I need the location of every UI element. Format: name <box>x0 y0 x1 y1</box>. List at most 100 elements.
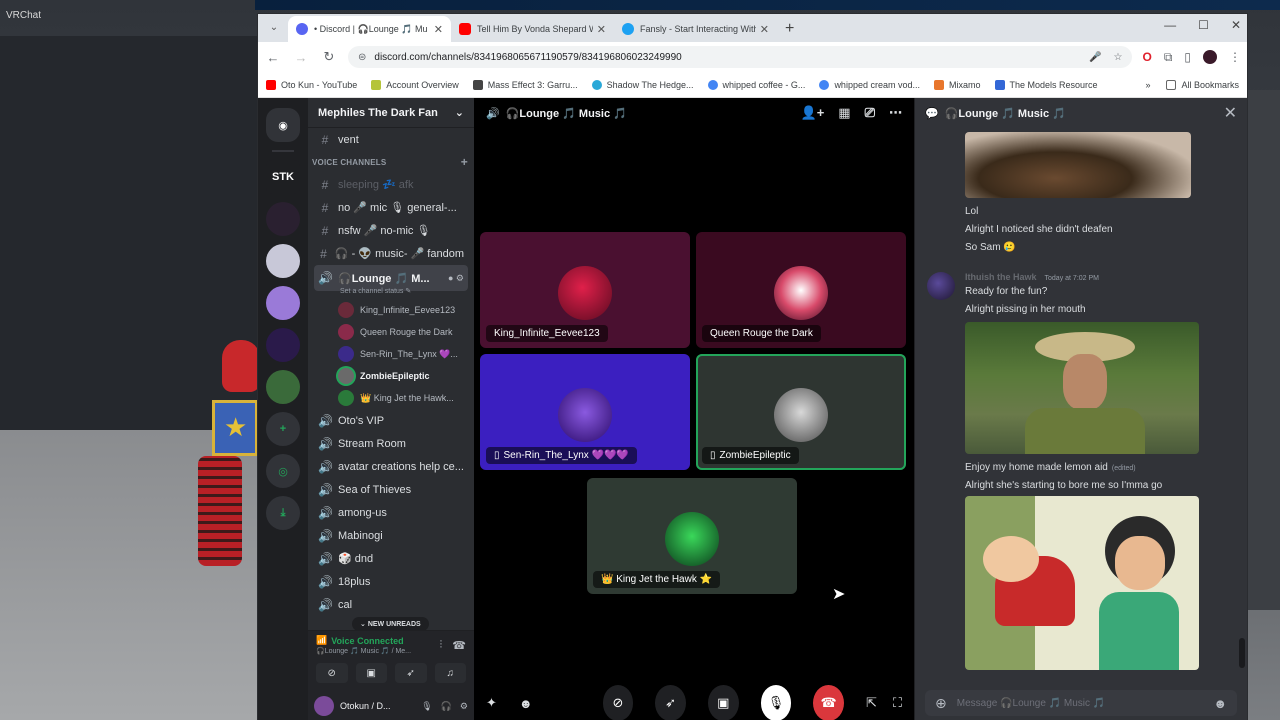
category-voice[interactable]: VOICE CHANNELS + <box>308 151 474 173</box>
headphones-icon[interactable]: 🎧 <box>441 701 452 712</box>
bookmark-item[interactable]: Mixamo <box>933 79 981 90</box>
maximize-icon[interactable]: ☐ <box>1198 18 1209 32</box>
message-composer[interactable]: ⊕ Message 🎧Lounge 🎵 Music 🎵 ☻ <box>925 690 1237 716</box>
noise-suppression-icon[interactable]: ⫶ <box>440 639 443 652</box>
opera-icon[interactable]: O <box>1142 50 1151 64</box>
channel-status[interactable]: Set a channel status ✎ <box>308 287 474 299</box>
username[interactable]: Otokun / D... <box>340 701 391 711</box>
server-icon[interactable] <box>266 370 300 404</box>
discord-home-icon[interactable]: ◉ <box>266 108 300 142</box>
close-icon[interactable]: ✕ <box>597 23 606 36</box>
channel-item[interactable]: 🔊 Oto's VIP <box>308 409 474 432</box>
new-unreads-pill[interactable]: ⌄ NEW UNREADS <box>352 617 429 631</box>
camera-off-icon[interactable]: ⊘ <box>316 663 348 683</box>
chat-scrollbar[interactable] <box>1239 638 1245 668</box>
tab-discord[interactable]: • Discord | 🎧Lounge 🎵 Mu ✕ <box>288 16 451 42</box>
avatar[interactable] <box>927 272 955 300</box>
channel-item[interactable]: 🔊 Mabinogi <box>308 524 474 547</box>
close-icon[interactable]: ✕ <box>1224 103 1237 123</box>
channel-item[interactable]: 🔊 🎲 dnd <box>308 547 474 570</box>
close-icon[interactable]: ✕ <box>760 23 769 36</box>
back-icon[interactable]: ← <box>264 50 282 65</box>
mic-icon[interactable]: 🎤 <box>1089 52 1101 63</box>
reload-icon[interactable]: ↻ <box>320 49 338 65</box>
voice-user[interactable]: King_Infinite_Eevee123 <box>308 299 474 321</box>
popout-icon[interactable]: ⇱ <box>866 695 877 711</box>
bookmark-star-icon[interactable]: ☆ <box>1114 52 1123 63</box>
add-attachment-icon[interactable]: ⊕ <box>935 695 947 712</box>
tab-fansly[interactable]: Fansly - Start Interacting With ✕ <box>614 16 777 42</box>
emoji-icon[interactable]: ☻ <box>519 696 533 711</box>
tab-youtube[interactable]: Tell Him By Vonda Shepard Wit ✕ <box>451 16 614 42</box>
video-tile[interactable]: King_Infinite_Eevee123 <box>480 232 690 348</box>
server-icon[interactable] <box>266 244 300 278</box>
video-tile[interactable]: ▯ Sen-Rin_The_Lynx 💜💜💜 <box>480 354 690 470</box>
screen-share-button[interactable]: ▣ <box>707 685 739 720</box>
channel-item[interactable]: 🔊 avatar creations help ce... <box>308 455 474 478</box>
bookmark-item[interactable]: whipped cream vod... <box>819 79 920 90</box>
channel-item[interactable]: 🔊 cal <box>308 593 474 616</box>
channel-item[interactable]: # 🎧 - 👽 music- 🎤 fandom <box>308 242 474 265</box>
voice-user[interactable]: Queen Rouge the Dark <box>308 321 474 343</box>
grid-layout-icon[interactable]: ▦ <box>838 105 850 121</box>
activity-button[interactable]: ➶ <box>655 685 686 720</box>
voice-user[interactable]: ZombieEpileptic <box>308 365 474 387</box>
server-active[interactable] <box>266 202 300 236</box>
disconnect-icon[interactable]: ☎ <box>452 639 466 652</box>
bookmark-item[interactable]: Shadow The Hedge... <box>591 79 694 90</box>
fullscreen-icon[interactable]: ⛶ <box>893 695 902 711</box>
sidebar-icon[interactable]: ▯ <box>1184 50 1191 64</box>
extension-icon[interactable]: ⧉ <box>1164 50 1173 65</box>
soundboard-icon[interactable]: ♫ <box>434 663 466 683</box>
channel-vent[interactable]: # vent <box>308 128 474 151</box>
gear-icon[interactable]: ⚙ <box>460 701 468 712</box>
attachment-image[interactable] <box>965 322 1199 454</box>
channel-item[interactable]: 🔊 Sea of Thieves <box>308 478 474 501</box>
menu-icon[interactable]: ⋮ <box>1229 50 1241 64</box>
screen-share-icon[interactable]: ▣ <box>355 663 387 683</box>
download-icon[interactable]: ⤓ <box>266 496 300 530</box>
bookmark-item[interactable]: whipped coffee - G... <box>707 79 805 90</box>
server-stk[interactable]: STK <box>266 160 300 194</box>
channel-item[interactable]: # sleeping 💤 afk <box>308 173 474 196</box>
add-server-icon[interactable]: + <box>266 412 300 446</box>
inbox-icon[interactable]: ⎚ <box>865 105 875 121</box>
tab-search-icon[interactable]: ⌄ <box>264 18 284 38</box>
camera-toggle-button[interactable]: ⊘ <box>602 685 634 720</box>
voice-user[interactable]: Sen-Rin_The_Lynx 💜... <box>308 343 474 365</box>
add-channel-icon[interactable]: + <box>461 155 468 169</box>
video-tile[interactable]: ▯ ZombieEpileptic <box>696 354 906 470</box>
video-tile[interactable]: Queen Rouge the Dark <box>696 232 906 348</box>
attachment-image[interactable] <box>965 496 1199 670</box>
site-info-icon[interactable]: ⊜ <box>358 52 366 63</box>
video-tile[interactable]: 👑 King Jet the Hawk ⭐ <box>587 478 797 594</box>
mic-button[interactable]: 🎙 <box>760 685 792 720</box>
channel-actions-icon[interactable]: ● ⚙ <box>448 273 464 284</box>
channel-item[interactable]: 🔊 Stream Room <box>308 432 474 455</box>
bookmark-item[interactable]: The Models Resource <box>994 79 1098 90</box>
profile-avatar-icon[interactable] <box>1203 50 1217 64</box>
activity-rocket-icon[interactable]: ➶ <box>395 663 427 683</box>
channel-item[interactable]: # nsfw 🎤 no-mic 🎙 <box>308 219 474 242</box>
close-window-icon[interactable]: ✕ <box>1231 18 1241 32</box>
forward-icon[interactable]: → <box>292 50 310 65</box>
channel-item[interactable]: # no 🎤 mic 🎙 general-... <box>308 196 474 219</box>
bookmark-item[interactable]: Account Overview <box>371 79 459 90</box>
close-icon[interactable]: ✕ <box>434 23 443 36</box>
emoji-icon[interactable]: ☻ <box>1213 696 1227 711</box>
guild-header[interactable]: Mephiles The Dark Fan ⌄ <box>308 98 474 128</box>
more-icon[interactable]: ⋯ <box>889 105 902 121</box>
new-tab-button[interactable]: + <box>777 20 802 42</box>
more-bookmarks-icon[interactable]: » <box>1145 80 1150 90</box>
server-icon[interactable] <box>266 328 300 362</box>
bookmark-item[interactable]: Mass Effect 3: Garru... <box>472 79 578 90</box>
voice-user[interactable]: 👑 King Jet the Hawk... <box>308 387 474 409</box>
author-name[interactable]: Ithuish the Hawk <box>965 272 1037 282</box>
explore-icon[interactable]: ◎ <box>266 454 300 488</box>
mic-icon[interactable]: 🎙 <box>421 701 432 712</box>
server-icon[interactable] <box>266 286 300 320</box>
channel-item[interactable]: 🔊 18plus <box>308 570 474 593</box>
channel-item[interactable]: 🔊 among-us <box>308 501 474 524</box>
minimize-icon[interactable]: — <box>1164 18 1176 32</box>
disconnect-button[interactable]: ☎ <box>813 685 844 720</box>
